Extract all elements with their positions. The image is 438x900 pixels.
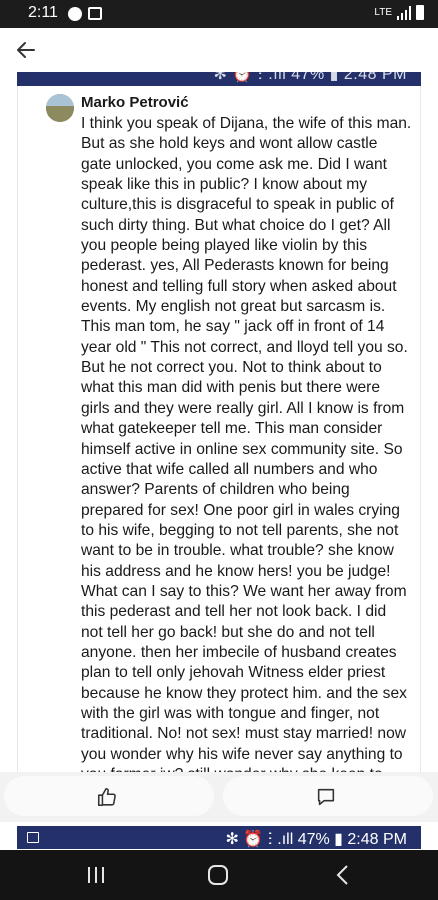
comment-line: what gatekeeper tell me. This man consid…: [81, 420, 383, 438]
comment-line: answer? Parents of children who being: [81, 481, 350, 499]
comment-line: you former jw? still wonder why she keep…: [81, 765, 419, 772]
comment-line: traditional. No! not sex! must stay marr…: [81, 725, 407, 743]
avatar[interactable]: [46, 94, 74, 122]
back-chevron-icon: [336, 865, 348, 885]
status-bar: 2:11 LTE: [0, 0, 438, 28]
comment-line: want to be in trouble. what trouble? she…: [81, 542, 394, 560]
comment-line: prepared for sex! One poor girl in wales…: [81, 501, 400, 519]
comment-line: What can I say to this? We want her away…: [81, 582, 407, 600]
recents-button[interactable]: [66, 850, 126, 900]
comment-line: pederast. yes, All Pederasts known for b…: [81, 257, 389, 275]
embedded-status-text: ✻ ⏰ ⵗ .ıll 47% ▮ 2:48 PM: [213, 72, 407, 83]
app-bar: [0, 28, 438, 72]
comment-button[interactable]: [223, 776, 433, 816]
comment-line: such dirty thing. But what choice do I g…: [81, 216, 391, 234]
embedded-status-banner-top: ✻ ⏰ ⵗ .ıll 47% ▮ 2:48 PM: [17, 72, 421, 86]
comment-line: But he not correct you. Not to think abo…: [81, 359, 382, 377]
comment-line: to his wife, begging to not tell parents…: [81, 521, 399, 539]
home-button[interactable]: [188, 850, 248, 900]
back-button[interactable]: [12, 36, 40, 64]
status-right-group: LTE: [374, 5, 424, 20]
comment-line: himself active in online sex community s…: [81, 440, 403, 458]
battery-icon: [416, 5, 424, 20]
comment-line: speak like this in public? I know about …: [81, 176, 368, 194]
network-label: LTE: [374, 7, 392, 18]
comment-bubble-icon: [317, 788, 335, 806]
home-icon: [208, 865, 228, 885]
messenger-icon: [68, 7, 82, 21]
comment-line: with the girl was with tongue and finger…: [81, 704, 380, 722]
system-nav-bar: [0, 850, 438, 900]
embedded-status-banner-bottom: ✻ ⏰ ⵗ .ıll 47% ▮ 2:48 PM: [17, 826, 421, 849]
recents-icon: [88, 867, 104, 883]
comment-line: active that wife called all numbers and …: [81, 460, 378, 478]
comment-line: what this man did with penis but there w…: [81, 379, 381, 397]
comment-line: honest and telling full story when asked…: [81, 277, 397, 295]
comment-body: I think you speak of Dijana, the wife of…: [81, 114, 419, 772]
gallery-icon: [88, 7, 102, 20]
comment-line: anyone. then her imbecile of husband cre…: [81, 643, 397, 661]
comment-line: gate unlocked, you come ask me. Did I wa…: [81, 155, 387, 173]
arrow-left-icon: [17, 42, 35, 58]
comment-line: not tell her go back! but she do and not…: [81, 623, 375, 641]
comment-line: year old " This not correct, and lloyd t…: [81, 338, 408, 356]
action-bar: [0, 772, 438, 822]
comment-line: you wonder why his wife never say anythi…: [81, 745, 403, 763]
status-time: 2:11: [28, 4, 58, 21]
like-button[interactable]: [4, 776, 214, 816]
comment-line: I think you speak of Dijana, the wife of…: [81, 115, 412, 132]
comment-card: Marko Petrović I think you speak of Dija…: [17, 86, 421, 772]
comment-line: This man tom, he say " jack off in front…: [81, 318, 385, 336]
comment-line: But as she hold keys and wont allow cast…: [81, 135, 378, 153]
thumbs-up-icon: [97, 787, 116, 807]
comment-line: events. My english not great but sarcasm…: [81, 298, 386, 316]
nav-back-button[interactable]: [313, 850, 373, 900]
gallery-icon: [27, 832, 39, 843]
comment-line: girls and they were really girl. All I k…: [81, 399, 405, 417]
screen: 2:11 LTE ✻ ⏰ ⵗ .ıll 47% ▮ 2:48 PM Marko …: [0, 0, 438, 900]
comment-line: plan to tell only jehovah Witness elder …: [81, 664, 386, 682]
comment-line: culture,this is disgraceful to speak in …: [81, 196, 394, 214]
comment-line: this pederast and tell her not look back…: [81, 603, 387, 621]
comment-line: his address and he know hers! you be jud…: [81, 562, 391, 580]
comment-line: because he know they protect him. and th…: [81, 684, 407, 702]
author-name[interactable]: Marko Petrović: [81, 94, 189, 111]
signal-icon: [397, 5, 411, 20]
comment-line: you people being played like violin by t…: [81, 237, 368, 255]
embedded-status-text: ✻ ⏰ ⵗ .ıll 47% ▮ 2:48 PM: [225, 831, 407, 848]
